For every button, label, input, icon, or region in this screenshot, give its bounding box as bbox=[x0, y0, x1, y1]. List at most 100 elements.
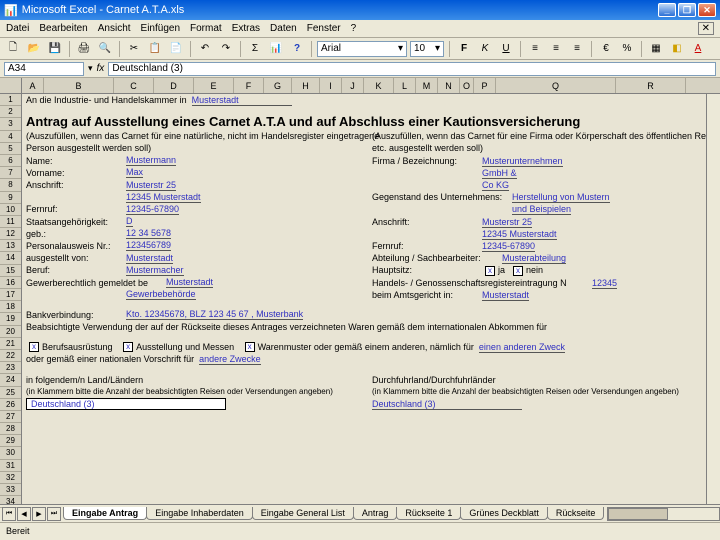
tab-last-icon[interactable]: ⏭ bbox=[47, 507, 61, 521]
redo-icon[interactable]: ↷ bbox=[217, 40, 235, 58]
sheet-tab-5[interactable]: Grünes Deckblatt bbox=[460, 507, 548, 520]
tab-first-icon[interactable]: ⏮ bbox=[2, 507, 16, 521]
haupt-nein-checkbox[interactable]: x bbox=[513, 266, 523, 276]
close-button[interactable]: ✕ bbox=[698, 3, 716, 17]
menu-daten[interactable]: Daten bbox=[270, 23, 297, 34]
tab-next-icon[interactable]: ▶ bbox=[32, 507, 46, 521]
row-header-4[interactable]: 4 bbox=[0, 131, 21, 143]
vertical-scrollbar[interactable] bbox=[706, 94, 720, 504]
fx-icon[interactable]: fx bbox=[97, 63, 105, 74]
cb-ausstellung[interactable]: x bbox=[123, 342, 133, 352]
row-header-10[interactable]: 10 bbox=[0, 204, 21, 216]
row-header-18[interactable]: 18 bbox=[0, 301, 21, 313]
sheet-tab-6[interactable]: Rückseite bbox=[547, 507, 605, 520]
worksheet-cells[interactable]: An die Industrie- und Handelskammer in M… bbox=[22, 94, 706, 504]
row-header-1[interactable]: 1 bbox=[0, 94, 21, 106]
cut-icon[interactable]: ✂ bbox=[125, 40, 143, 58]
row-header-24[interactable]: 24 bbox=[0, 374, 21, 386]
font-color-icon[interactable]: A bbox=[689, 40, 707, 58]
minimize-button[interactable]: _ bbox=[658, 3, 676, 17]
open-icon[interactable]: 📂 bbox=[25, 40, 43, 58]
row-header-13[interactable]: 13 bbox=[0, 240, 21, 252]
row-header-20[interactable]: 20 bbox=[0, 326, 21, 338]
menu-extras[interactable]: Extras bbox=[232, 23, 260, 34]
font-size-box[interactable]: 10▾ bbox=[410, 41, 444, 57]
col-header-F[interactable]: F bbox=[234, 78, 264, 93]
row-header-21[interactable]: 21 bbox=[0, 338, 21, 350]
sum-icon[interactable]: Σ bbox=[246, 40, 264, 58]
copy-icon[interactable]: 📋 bbox=[146, 40, 164, 58]
sheet-tab-4[interactable]: Rückseite 1 bbox=[396, 507, 461, 520]
col-header-P[interactable]: P bbox=[474, 78, 496, 93]
menu-format[interactable]: Format bbox=[190, 23, 222, 34]
help-icon[interactable]: ? bbox=[288, 40, 306, 58]
row-header-29[interactable]: 29 bbox=[0, 435, 21, 447]
col-header-O[interactable]: O bbox=[460, 78, 474, 93]
menu-bearbeiten[interactable]: Bearbeiten bbox=[39, 23, 87, 34]
row-header-15[interactable]: 15 bbox=[0, 265, 21, 277]
font-name-box[interactable]: Arial▾ bbox=[317, 41, 407, 57]
undo-icon[interactable]: ↶ bbox=[196, 40, 214, 58]
row-header-12[interactable]: 12 bbox=[0, 228, 21, 240]
col-header-L[interactable]: L bbox=[394, 78, 416, 93]
row-header-3[interactable]: 3 bbox=[0, 118, 21, 130]
row-header-32[interactable]: 32 bbox=[0, 472, 21, 484]
col-header-A[interactable]: A bbox=[22, 78, 44, 93]
sheet-tab-2[interactable]: Eingabe General List bbox=[252, 507, 354, 520]
row-header-9[interactable]: 9 bbox=[0, 192, 21, 204]
menu-help[interactable]: ? bbox=[351, 23, 357, 34]
italic-icon[interactable]: K bbox=[476, 40, 494, 58]
percent-icon[interactable]: % bbox=[618, 40, 636, 58]
row-header-28[interactable]: 28 bbox=[0, 423, 21, 435]
row-header-5[interactable]: 5 bbox=[0, 143, 21, 155]
col-header-J[interactable]: J bbox=[342, 78, 364, 93]
row-header-30[interactable]: 30 bbox=[0, 447, 21, 459]
row-header-2[interactable]: 2 bbox=[0, 106, 21, 118]
currency-icon[interactable]: € bbox=[597, 40, 615, 58]
align-right-icon[interactable]: ≡ bbox=[568, 40, 586, 58]
align-center-icon[interactable]: ≡ bbox=[547, 40, 565, 58]
bold-icon[interactable]: F bbox=[455, 40, 473, 58]
maximize-button[interactable]: ❐ bbox=[678, 3, 696, 17]
formula-input[interactable]: Deutschland (3) bbox=[108, 62, 716, 76]
col-header-H[interactable]: H bbox=[292, 78, 320, 93]
row-header-14[interactable]: 14 bbox=[0, 252, 21, 264]
new-icon[interactable]: 🗋 bbox=[4, 40, 22, 58]
menu-datei[interactable]: Datei bbox=[6, 23, 29, 34]
row-header-19[interactable]: 19 bbox=[0, 313, 21, 325]
select-all-corner[interactable] bbox=[0, 78, 22, 93]
col-header-B[interactable]: B bbox=[44, 78, 114, 93]
menu-ansicht[interactable]: Ansicht bbox=[98, 23, 131, 34]
tab-prev-icon[interactable]: ◀ bbox=[17, 507, 31, 521]
col-header-M[interactable]: M bbox=[416, 78, 438, 93]
save-icon[interactable]: 💾 bbox=[46, 40, 64, 58]
fill-color-icon[interactable]: ◧ bbox=[668, 40, 686, 58]
cb-berufs[interactable]: x bbox=[29, 342, 39, 352]
row-header-22[interactable]: 22 bbox=[0, 350, 21, 362]
sheet-tab-3[interactable]: Antrag bbox=[353, 507, 398, 520]
row-header-26[interactable]: 26 bbox=[0, 399, 21, 411]
align-left-icon[interactable]: ≡ bbox=[526, 40, 544, 58]
row-header-11[interactable]: 11 bbox=[0, 216, 21, 228]
col-header-N[interactable]: N bbox=[438, 78, 460, 93]
row-header-27[interactable]: 27 bbox=[0, 411, 21, 423]
row-header-7[interactable]: 7 bbox=[0, 167, 21, 179]
dropdown-icon[interactable]: ▾ bbox=[88, 63, 93, 74]
chart-icon[interactable]: 📊 bbox=[267, 40, 285, 58]
borders-icon[interactable]: ▦ bbox=[647, 40, 665, 58]
col-header-E[interactable]: E bbox=[194, 78, 234, 93]
row-header-25[interactable]: 25 bbox=[0, 387, 21, 399]
col-header-I[interactable]: I bbox=[320, 78, 342, 93]
print-icon[interactable]: 🖨 bbox=[75, 40, 93, 58]
col-header-K[interactable]: K bbox=[364, 78, 394, 93]
row-header-8[interactable]: 8 bbox=[0, 179, 21, 191]
col-header-C[interactable]: C bbox=[114, 78, 154, 93]
col-header-D[interactable]: D bbox=[154, 78, 194, 93]
name-box[interactable]: A34 bbox=[4, 62, 84, 76]
row-header-31[interactable]: 31 bbox=[0, 460, 21, 472]
cb-warenmuster[interactable]: x bbox=[245, 342, 255, 352]
row-header-6[interactable]: 6 bbox=[0, 155, 21, 167]
doc-close-button[interactable]: ✕ bbox=[698, 22, 714, 35]
menu-einfuegen[interactable]: Einfügen bbox=[141, 23, 180, 34]
col-header-G[interactable]: G bbox=[264, 78, 292, 93]
